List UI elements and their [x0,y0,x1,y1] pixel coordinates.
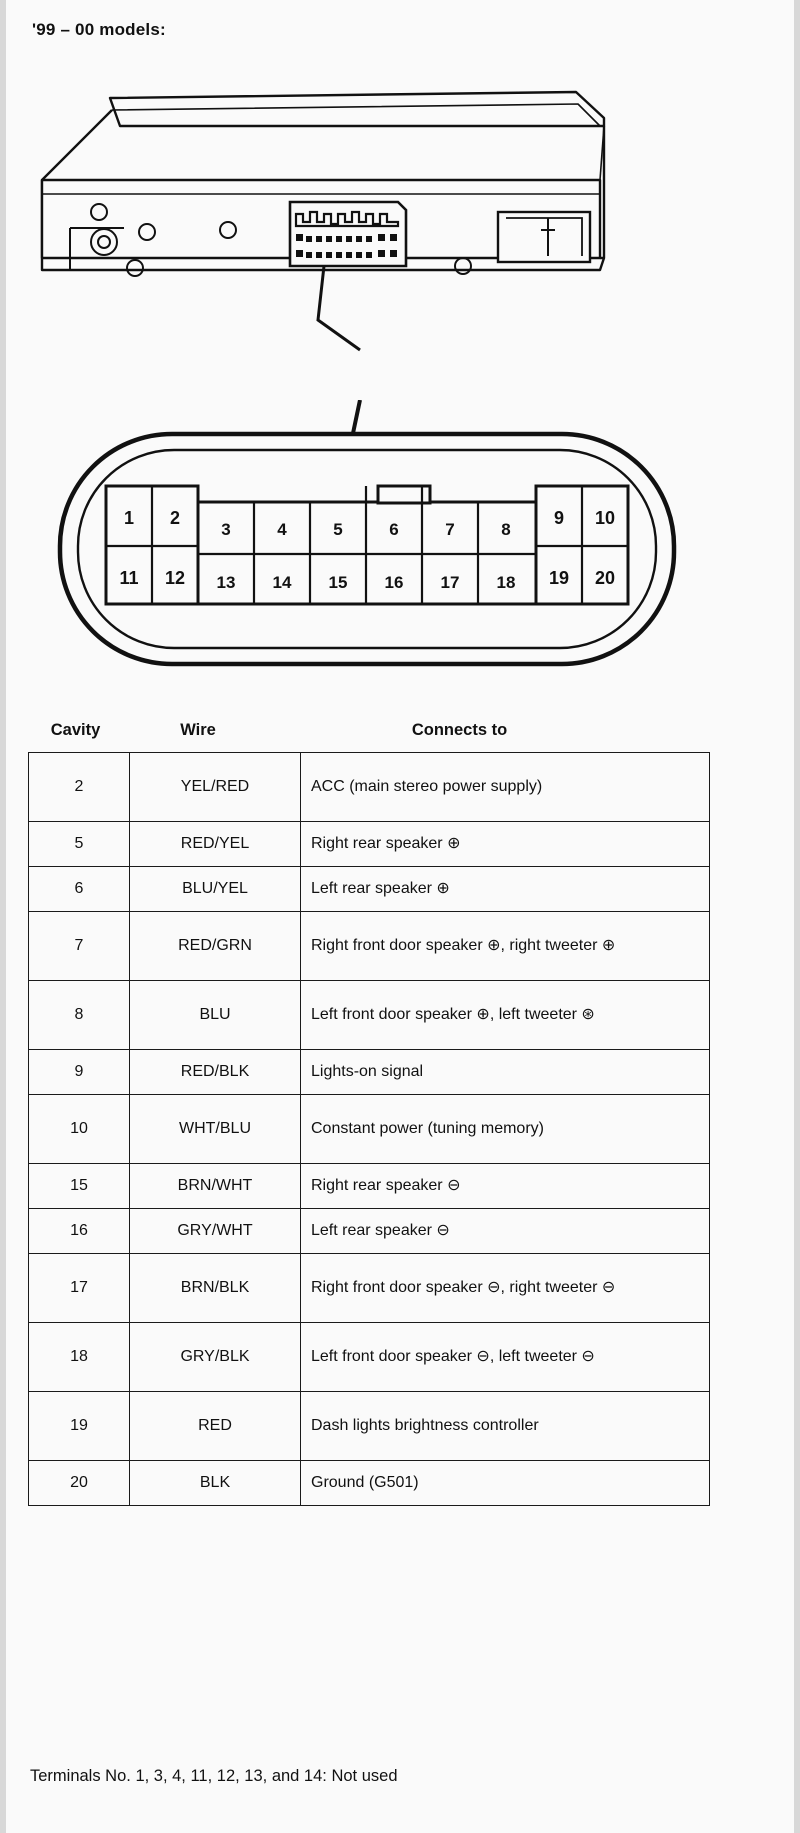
cell-cavity: 10 [28,1094,130,1164]
cell-cavity: 19 [28,1391,130,1461]
table-row: 9 RED/BLK Lights-on signal [28,1049,710,1095]
stereo-unit-illustration [0,70,788,360]
cell-cavity: 8 [28,980,130,1050]
cell-connects-to: Right front door speaker ⊖, right tweete… [300,1253,710,1323]
rear-panel-connector-icon [288,200,408,268]
cell-connects-to: Right rear speaker ⊕ [300,821,710,867]
pin-label-16: 16 [385,573,404,592]
table-row: 7 RED/GRN Right front door speaker ⊕, righ… [28,911,710,981]
pin-label-1: 1 [124,508,134,528]
pin-label-13: 13 [217,573,236,592]
pin-label-15: 15 [329,573,348,592]
screw-hole-icon [126,259,144,277]
table-row: 10 WHT/BLU Constant power (tuning memory) [28,1094,710,1164]
cell-wire: RED/GRN [129,911,301,981]
page-title: '99 – 00 models: [32,20,166,39]
pin-label-11: 11 [119,568,138,588]
cell-connects-to: ACC (main stereo power supply) [300,752,710,822]
column-header-cavity: Cavity [50,720,101,739]
table-row: 19 RED Dash lights brightness controller [28,1391,710,1461]
table-row: 15 BRN/WHT Right rear speaker ⊖ [28,1163,710,1209]
stereo-unit-svg [40,90,606,352]
right-side-connector-icon [496,210,592,264]
table-row: 17 BRN/BLK Right front door speaker ⊖, rig… [28,1253,710,1323]
cell-wire: RED/YEL [129,821,301,867]
cell-connects-to: Dash lights brightness controller [300,1391,710,1461]
cell-wire: WHT/BLU [129,1094,301,1164]
pinout-table: 2 YEL/RED ACC (main stereo power supply) 5 R… [28,752,710,1506]
connector-closeup-illustration: 1 2 3 4 5 6 7 8 9 10 11 12 13 14 15 16 1… [0,400,788,690]
cell-connects-to: Constant power (tuning memory) [300,1094,710,1164]
cell-wire: BLU/YEL [129,866,301,912]
cell-cavity: 17 [28,1253,130,1323]
pin-label-7: 7 [445,520,454,539]
cell-wire: BLU [129,980,301,1050]
pin-label-12: 12 [165,568,185,588]
pin-label-6: 6 [389,520,398,539]
cell-connects-to: Right rear speaker ⊖ [300,1163,710,1209]
column-header-wire: Wire [180,720,216,739]
table-column-headers: Cavity Wire Connects to [28,708,646,752]
pin-label-18: 18 [497,573,516,592]
column-header-connects-to: Connects to [411,720,508,739]
pin-label-17: 17 [441,573,460,592]
cell-cavity: 2 [28,752,130,822]
cell-wire: GRY/BLK [129,1322,301,1392]
table-row: 5 RED/YEL Right rear speaker ⊕ [28,821,710,867]
page-edge-right [794,0,800,1833]
cell-connects-to: Left rear speaker ⊖ [300,1208,710,1254]
callout-leader-line [316,265,361,352]
table-row: 6 BLU/YEL Left rear speaker ⊕ [28,866,710,912]
cell-wire: BLK [129,1460,301,1506]
table-footnote: Terminals No. 1, 3, 4, 11, 12, 13, and 1… [30,1767,398,1785]
pinout-table-body: 2 YEL/RED ACC (main stereo power supply) 5 R… [28,752,710,1506]
cell-cavity: 20 [28,1460,130,1506]
table-row: 2 YEL/RED ACC (main stereo power supply) [28,752,710,822]
pinout-table-block: Cavity Wire Connects to 2 YEL/RED ACC (mai… [28,708,710,1506]
cell-cavity: 15 [28,1163,130,1209]
cell-connects-to: Right front door speaker ⊕, right tweete… [300,911,710,981]
cell-wire: RED/BLK [129,1049,301,1095]
connector-closeup-svg: 1 2 3 4 5 6 7 8 9 10 11 12 13 14 15 16 1… [57,400,677,667]
cell-cavity: 18 [28,1322,130,1392]
screw-hole-icon [454,257,472,275]
cell-cavity: 6 [28,866,130,912]
pin-label-10: 10 [595,508,615,528]
cell-connects-to: Ground (G501) [300,1460,710,1506]
cell-cavity: 7 [28,911,130,981]
cell-wire: BRN/BLK [129,1253,301,1323]
pin-label-9: 9 [554,508,564,528]
cell-connects-to: Left front door speaker ⊖, left tweeter … [300,1322,710,1392]
cell-wire: YEL/RED [129,752,301,822]
pin-label-4: 4 [277,520,287,539]
pin-label-5: 5 [333,520,342,539]
cell-connects-to: Left rear speaker ⊕ [300,866,710,912]
table-row: 20 BLK Ground (G501) [28,1460,710,1506]
pin-label-3: 3 [221,520,230,539]
pin-label-8: 8 [501,520,510,539]
table-row: 16 GRY/WHT Left rear speaker ⊖ [28,1208,710,1254]
cell-cavity: 16 [28,1208,130,1254]
cell-cavity: 5 [28,821,130,867]
pin-label-20: 20 [595,568,615,588]
pin-label-19: 19 [549,568,569,588]
table-row: 18 GRY/BLK Left front door speaker ⊖, left… [28,1322,710,1392]
pin-label-14: 14 [273,573,292,592]
cell-wire: BRN/WHT [129,1163,301,1209]
cell-wire: RED [129,1391,301,1461]
cell-connects-to: Lights-on signal [300,1049,710,1095]
pin-label-2: 2 [170,508,180,528]
cell-wire: GRY/WHT [129,1208,301,1254]
cell-connects-to: Left front door speaker ⊕, left tweeter … [300,980,710,1050]
cell-cavity: 9 [28,1049,130,1095]
table-row: 8 BLU Left front door speaker ⊕, left twee… [28,980,710,1050]
